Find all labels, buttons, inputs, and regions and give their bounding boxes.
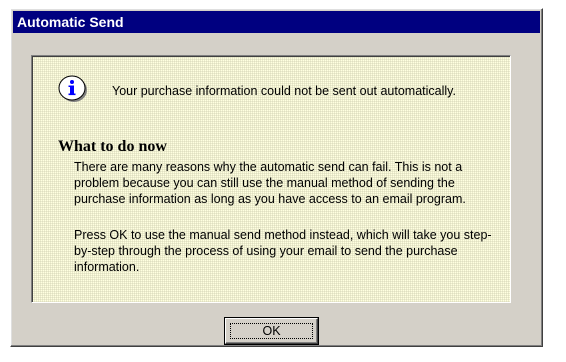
message-panel: Your purchase information could not be s… (31, 55, 511, 303)
status-message: Your purchase information could not be s… (112, 84, 456, 98)
window-title: Automatic Send (17, 14, 124, 30)
dialog-window: Automatic Send Your purchase information… (10, 8, 543, 347)
instruction-paragraph: Press OK to use the manual send method i… (74, 228, 492, 274)
ok-button-label: OK (262, 324, 281, 338)
title-bar[interactable]: Automatic Send (13, 11, 540, 33)
ok-button[interactable]: OK (225, 318, 318, 344)
explanation-paragraph: There are many reasons why the automatic… (74, 160, 466, 206)
section-heading: What to do now (58, 138, 167, 155)
info-icon (58, 75, 87, 102)
